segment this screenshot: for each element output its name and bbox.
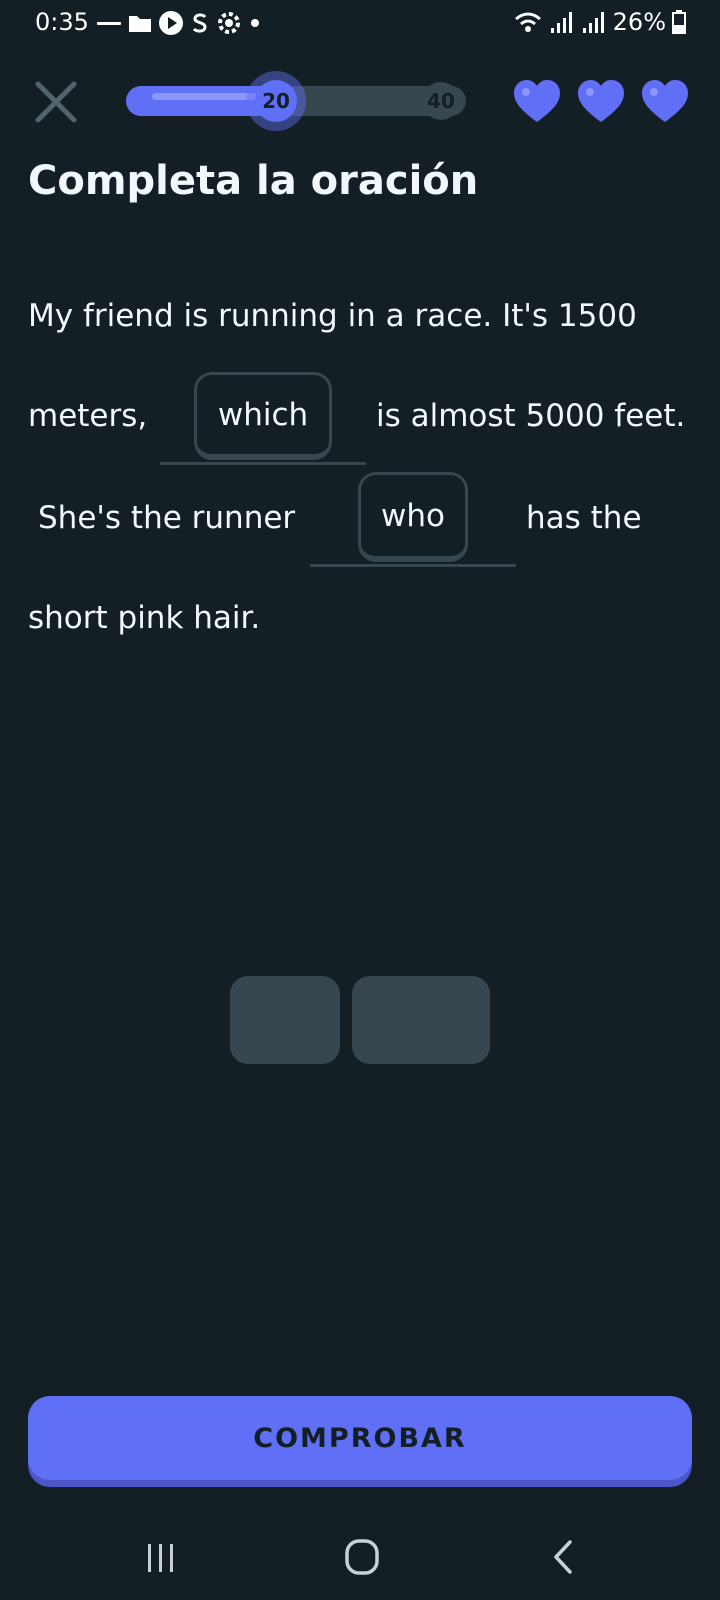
- close-icon: [35, 81, 77, 123]
- settings-icon: [218, 12, 240, 34]
- progress-current-marker: 20: [246, 71, 306, 131]
- status-icons-left: [96, 10, 262, 36]
- sentence-line-4: short pink hair.: [28, 600, 261, 636]
- word-chip-who[interactable]: who: [358, 472, 468, 562]
- recents-icon[interactable]: [144, 1542, 178, 1574]
- s-icon: [192, 13, 207, 33]
- signal-icon: [582, 12, 604, 33]
- sentence-line-3-start: She's the runner: [38, 500, 296, 536]
- blank-slot-2[interactable]: [310, 564, 516, 567]
- heart-icon: [578, 80, 624, 122]
- wifi-icon: [514, 12, 541, 32]
- nav-bar: [0, 1520, 720, 1600]
- page-title: Completa la oración: [28, 158, 479, 204]
- close-button[interactable]: [32, 78, 80, 126]
- battery-percent: 26%: [612, 8, 666, 36]
- status-time: 0:35: [35, 8, 89, 36]
- play-icon: [159, 11, 183, 35]
- sentence-line-3-end: has the: [526, 500, 642, 536]
- word-bank-placeholder: [352, 976, 490, 1064]
- status-icons-right: 26%: [513, 8, 686, 36]
- word-chip-which[interactable]: which: [194, 372, 332, 460]
- check-button[interactable]: COMPROBAR: [28, 1396, 692, 1480]
- signal-icon: [550, 12, 572, 33]
- sentence-line-2-start: meters,: [28, 398, 148, 434]
- heart-icon: [642, 80, 688, 122]
- home-icon[interactable]: [344, 1538, 380, 1576]
- sentence-line-2-end: is almost 5000 feet.: [376, 398, 686, 434]
- progress-current-label: 20: [255, 80, 297, 122]
- word-bank-placeholder: [230, 976, 340, 1064]
- status-bar: 0:35 26%: [0, 0, 720, 48]
- blank-slot-1[interactable]: [160, 462, 366, 465]
- folder-icon: [129, 16, 151, 32]
- progress-bar: 20 40: [126, 71, 466, 131]
- battery-icon: [672, 10, 686, 34]
- sentence-line-1: My friend is running in a race. It's 150…: [28, 298, 637, 334]
- heart-icon: [514, 80, 560, 122]
- back-icon[interactable]: [548, 1538, 578, 1576]
- hearts: [512, 78, 690, 126]
- progress-total-label: 40: [422, 82, 460, 120]
- notification-icon: [97, 22, 121, 25]
- dot-icon: [251, 19, 259, 27]
